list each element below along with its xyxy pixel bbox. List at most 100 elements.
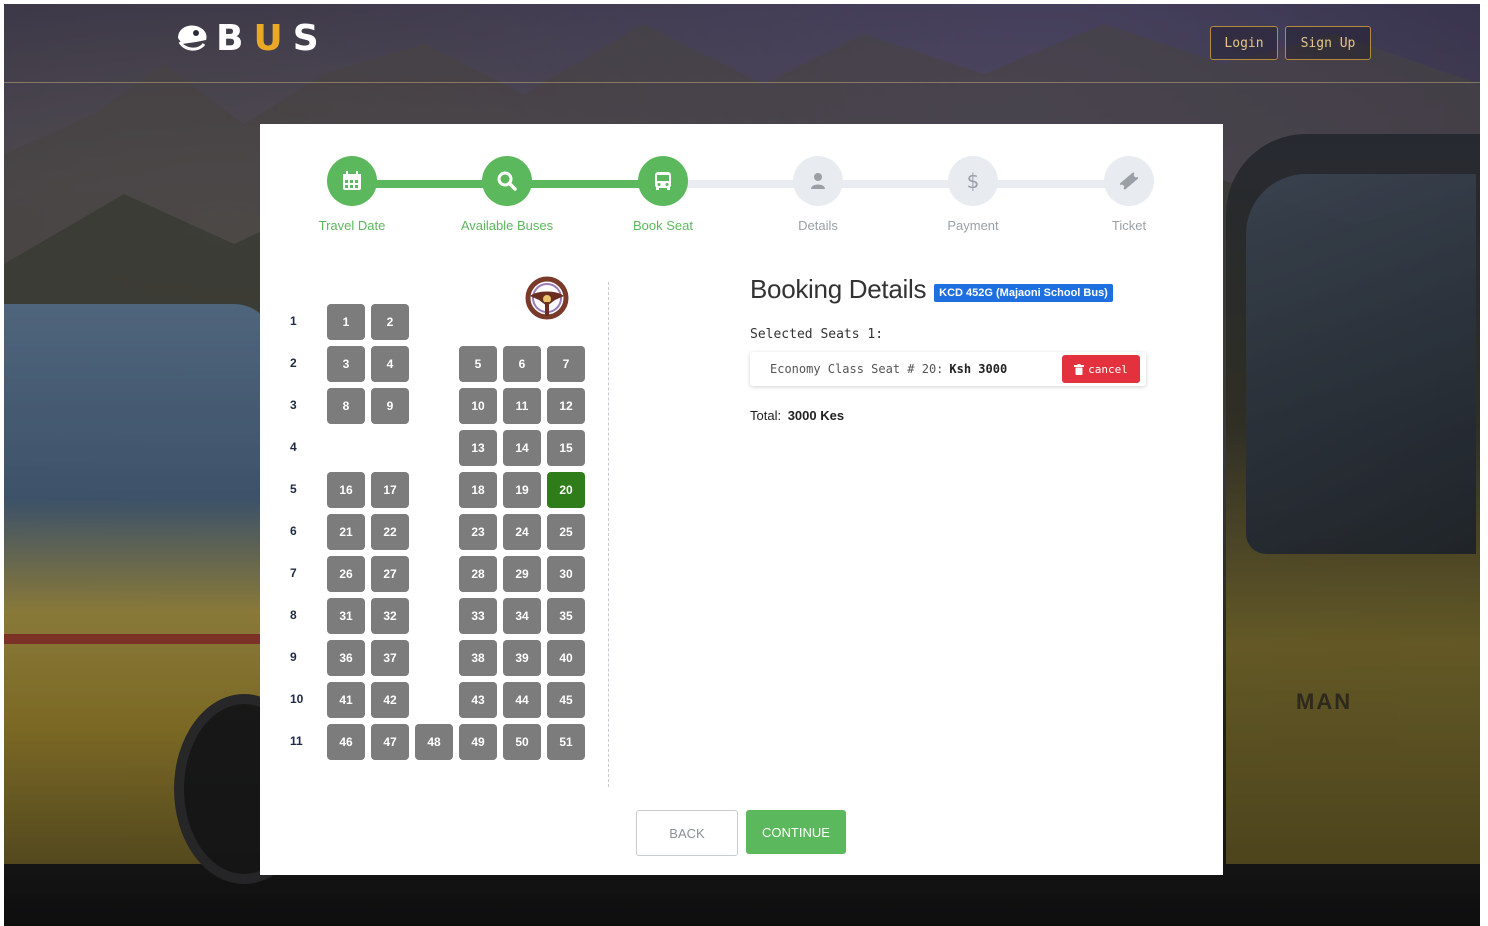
row-label: 11 [290, 734, 303, 748]
seat-47[interactable]: 47 [371, 724, 409, 760]
step-available-buses[interactable]: Available Buses [447, 156, 567, 233]
row-label: 6 [290, 524, 297, 538]
seat-51[interactable]: 51 [547, 724, 585, 760]
booking-details-title: Booking Details [750, 274, 927, 304]
total-label: Total: [750, 408, 782, 423]
brand-text: BUS [216, 18, 329, 59]
seat-29[interactable]: 29 [503, 556, 541, 592]
seat-48[interactable]: 48 [415, 724, 453, 760]
seat-41[interactable]: 41 [327, 682, 365, 718]
seat-14[interactable]: 14 [503, 430, 541, 466]
back-button[interactable]: BACK [636, 810, 738, 856]
seat-map-divider [608, 282, 609, 787]
step-label: Payment [947, 218, 999, 233]
total-value: 3000 Kes [787, 408, 845, 423]
seat-34[interactable]: 34 [503, 598, 541, 634]
seat-31[interactable]: 31 [327, 598, 365, 634]
seat-4[interactable]: 4 [371, 346, 409, 382]
seat-21[interactable]: 21 [327, 514, 365, 550]
seat-7[interactable]: 7 [547, 346, 585, 382]
seat-35[interactable]: 35 [547, 598, 585, 634]
seat-32[interactable]: 32 [371, 598, 409, 634]
seat-item-text: Economy Class Seat # 20: [770, 362, 944, 376]
total-line: Total: 3000 Kes [750, 408, 1210, 423]
seat-50[interactable]: 50 [503, 724, 541, 760]
seat-18[interactable]: 18 [459, 472, 497, 508]
step-ticket[interactable]: Ticket [1069, 156, 1189, 233]
calendar-icon [343, 171, 361, 190]
row-label: 2 [290, 356, 297, 370]
seat-49[interactable]: 49 [459, 724, 497, 760]
seat-6[interactable]: 6 [503, 346, 541, 382]
progress-stepper: Travel Date Available Buses Book Seat De… [260, 124, 1223, 244]
step-travel-date[interactable]: Travel Date [292, 156, 412, 233]
row-label: 3 [290, 398, 297, 412]
seat-28[interactable]: 28 [459, 556, 497, 592]
selected-seats-label: Selected Seats 1: [750, 327, 884, 342]
trash-icon [1074, 363, 1085, 375]
seat-20[interactable]: 20 [547, 472, 585, 508]
driver-cap-icon [178, 25, 207, 50]
seat-43[interactable]: 43 [459, 682, 497, 718]
row-label: 8 [290, 608, 297, 622]
seat-45[interactable]: 45 [547, 682, 585, 718]
user-icon [811, 173, 825, 189]
seat-36[interactable]: 36 [327, 640, 365, 676]
step-label: Ticket [1111, 218, 1147, 233]
seat-39[interactable]: 39 [503, 640, 541, 676]
seat-3[interactable]: 3 [327, 346, 365, 382]
login-button[interactable]: Login [1210, 26, 1278, 60]
seat-26[interactable]: 26 [327, 556, 365, 592]
seat-5[interactable]: 5 [459, 346, 497, 382]
seat-10[interactable]: 10 [459, 388, 497, 424]
seat-40[interactable]: 40 [547, 640, 585, 676]
continue-button[interactable]: CONTINUE [746, 810, 846, 854]
seat-44[interactable]: 44 [503, 682, 541, 718]
seat-25[interactable]: 25 [547, 514, 585, 550]
seat-16[interactable]: 16 [327, 472, 365, 508]
seat-1[interactable]: 1 [327, 304, 365, 340]
row-label: 5 [290, 482, 297, 496]
steering-wheel-icon [525, 276, 569, 320]
ticket-icon [1119, 172, 1139, 190]
row-label: 1 [290, 314, 297, 328]
row-label: 7 [290, 566, 297, 580]
cancel-label: cancel [1088, 362, 1128, 376]
seat-19[interactable]: 19 [503, 472, 541, 508]
bus-badge: KCD 452G (Majaoni School Bus) [934, 283, 1113, 302]
seat-30[interactable]: 30 [547, 556, 585, 592]
seat-17[interactable]: 17 [371, 472, 409, 508]
seat-9[interactable]: 9 [371, 388, 409, 424]
seat-38[interactable]: 38 [459, 640, 497, 676]
cancel-seat-button[interactable]: cancel [1062, 355, 1140, 383]
seat-37[interactable]: 37 [371, 640, 409, 676]
seat-33[interactable]: 33 [459, 598, 497, 634]
dollar-icon: $ [967, 169, 980, 193]
seat-map: 1 1 2 2 3 4 5 6 7 3 8 9 10 11 12 4 13 14 15 5 16 17 18 19 20 6 21 2… [260, 274, 610, 794]
seat-15[interactable]: 15 [547, 430, 585, 466]
booking-card: Travel Date Available Buses Book Seat De… [260, 124, 1223, 875]
seat-2[interactable]: 2 [371, 304, 409, 340]
seat-13[interactable]: 13 [459, 430, 497, 466]
top-navbar: BUS Login Sign Up [4, 4, 1480, 83]
seat-46[interactable]: 46 [327, 724, 365, 760]
step-details[interactable]: Details [758, 156, 878, 233]
seat-8[interactable]: 8 [327, 388, 365, 424]
seat-22[interactable]: 22 [371, 514, 409, 550]
selected-seat-item: Economy Class Seat # 20: Ksh 3000 cancel [750, 352, 1146, 386]
step-book-seat[interactable]: Book Seat [603, 156, 723, 233]
seat-24[interactable]: 24 [503, 514, 541, 550]
svg-text:$: $ [967, 169, 980, 193]
seat-27[interactable]: 27 [371, 556, 409, 592]
bus-icon [655, 172, 671, 190]
row-label: 10 [290, 692, 304, 706]
seat-42[interactable]: 42 [371, 682, 409, 718]
step-payment[interactable]: $ Payment [913, 156, 1033, 233]
seat-11[interactable]: 11 [503, 388, 541, 424]
step-label: Book Seat [633, 218, 693, 233]
seat-item-price: Ksh 3000 [949, 362, 1008, 376]
seat-23[interactable]: 23 [459, 514, 497, 550]
signup-button[interactable]: Sign Up [1285, 26, 1371, 60]
seat-12[interactable]: 12 [547, 388, 585, 424]
brand-logo[interactable]: BUS [174, 18, 329, 59]
